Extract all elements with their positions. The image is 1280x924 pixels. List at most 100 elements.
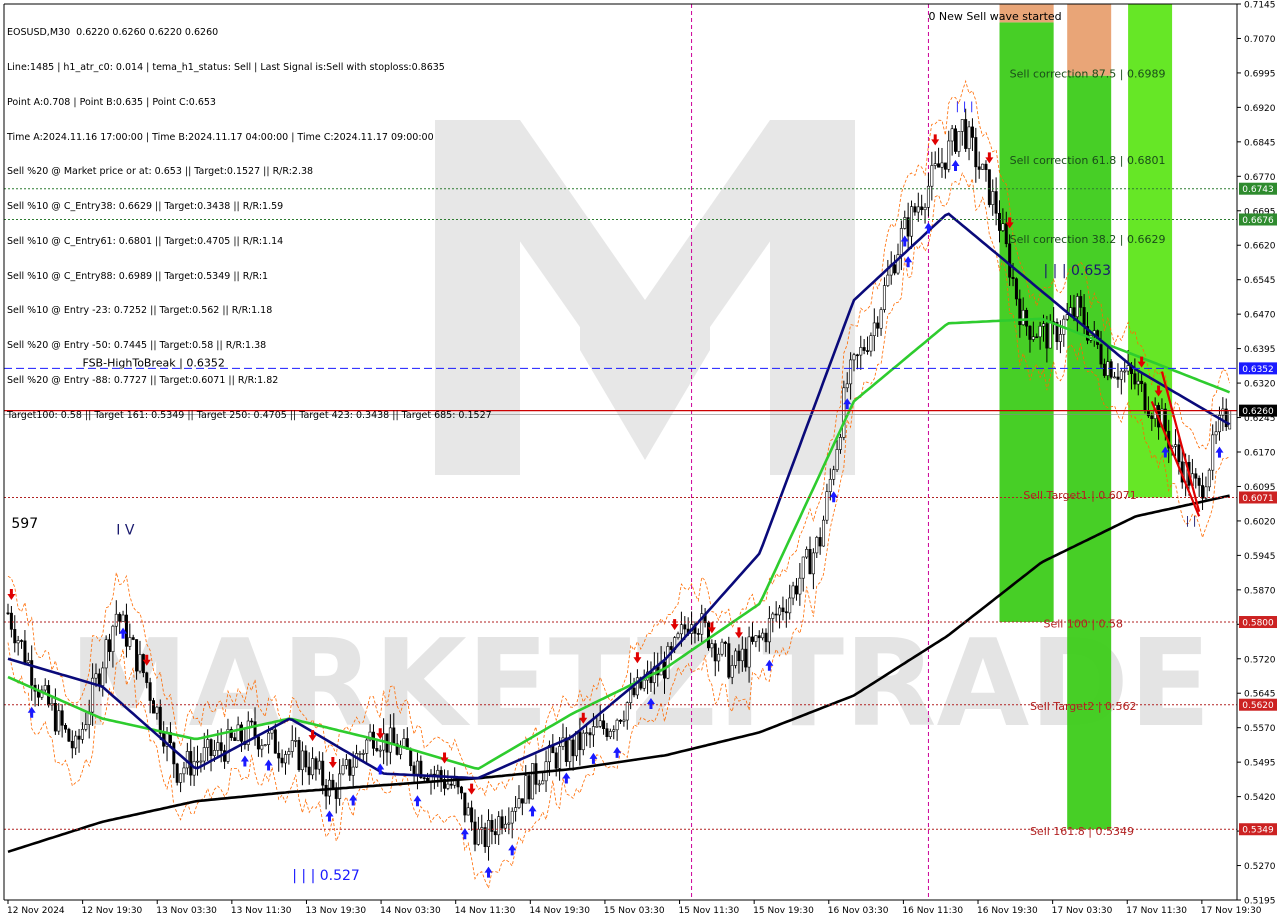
x-tick-label: 14 Nov 11:30 bbox=[455, 906, 516, 916]
candle-body bbox=[1113, 376, 1117, 379]
candle-body bbox=[1031, 336, 1035, 340]
candle-body bbox=[402, 738, 406, 747]
info-line: Sell %20 @ Entry -50: 0.7445 || Target:0… bbox=[7, 340, 267, 352]
candle-body bbox=[158, 706, 162, 734]
candle-body bbox=[642, 679, 646, 689]
candle-body bbox=[182, 767, 186, 775]
candle-body bbox=[852, 354, 856, 361]
candle-body bbox=[510, 810, 514, 824]
candle-body bbox=[277, 752, 281, 759]
candle-body bbox=[124, 614, 128, 647]
candle-body bbox=[954, 128, 958, 152]
candle-body bbox=[1041, 323, 1045, 327]
candle-body bbox=[713, 643, 717, 662]
candle-body bbox=[720, 641, 724, 655]
candle-body bbox=[334, 788, 338, 799]
candle-body bbox=[676, 633, 680, 638]
candle-body bbox=[111, 625, 115, 652]
candle-body bbox=[791, 585, 795, 599]
candle-body bbox=[1177, 444, 1181, 463]
candle-body bbox=[774, 613, 778, 616]
candle-body bbox=[209, 739, 213, 756]
candle-body bbox=[365, 739, 369, 754]
candle-body bbox=[1123, 370, 1127, 373]
candle-body bbox=[750, 636, 754, 642]
candle-body bbox=[845, 383, 849, 389]
candle-body bbox=[507, 822, 511, 825]
candle-body bbox=[531, 763, 535, 800]
info-line: Sell %20 @ Entry -88: 0.7727 || Target:0… bbox=[7, 375, 279, 386]
candle-body bbox=[625, 702, 629, 721]
candle-body bbox=[1011, 276, 1015, 280]
candle-body bbox=[679, 624, 683, 635]
candle-body bbox=[77, 735, 81, 740]
x-tick-label: 14 Nov 03:30 bbox=[380, 906, 441, 916]
y-tick-label: 0.5495 bbox=[1244, 759, 1276, 769]
price-tag-overlay-label: 0.5620 bbox=[1242, 701, 1274, 711]
candle-body bbox=[957, 131, 961, 152]
candle-body bbox=[1207, 469, 1211, 488]
candle-body bbox=[206, 739, 210, 748]
y-tick-label: 0.6095 bbox=[1244, 483, 1276, 493]
candle-body bbox=[828, 479, 832, 492]
candle-body bbox=[260, 745, 264, 750]
candle-body bbox=[899, 228, 903, 256]
y-tick-label: 0.5270 bbox=[1244, 862, 1276, 872]
candle-body bbox=[9, 612, 13, 630]
candle-body bbox=[199, 760, 203, 763]
candle-body bbox=[250, 720, 254, 723]
candle-body bbox=[598, 720, 602, 727]
candle-body bbox=[114, 613, 118, 627]
candle-body bbox=[781, 607, 785, 612]
candle-body bbox=[175, 763, 179, 783]
candle-body bbox=[1133, 373, 1137, 385]
price-tag-overlay-label: 0.6071 bbox=[1242, 494, 1274, 504]
candle-body bbox=[26, 660, 30, 663]
candle-body bbox=[1194, 473, 1198, 479]
candle-body bbox=[212, 750, 216, 756]
y-tick-label: 0.6995 bbox=[1244, 69, 1276, 79]
candle-body bbox=[297, 740, 301, 771]
candle-body bbox=[473, 821, 477, 845]
candle-body bbox=[906, 217, 910, 237]
candle-body bbox=[855, 354, 859, 357]
candle-body bbox=[1140, 380, 1144, 385]
candle-body bbox=[595, 725, 599, 728]
candle-body bbox=[493, 831, 497, 836]
candle-body bbox=[893, 264, 897, 274]
candle-body bbox=[710, 643, 714, 649]
candle-body bbox=[541, 780, 545, 785]
candle-body bbox=[788, 597, 792, 614]
candle-body bbox=[1004, 223, 1008, 245]
candle-body bbox=[236, 724, 240, 741]
candle-body bbox=[483, 827, 487, 847]
candle-body bbox=[355, 753, 359, 768]
candle-body bbox=[219, 742, 223, 751]
candle-body bbox=[669, 646, 673, 650]
candle-body bbox=[734, 650, 738, 666]
x-tick-label: 17 Nov 03:30 bbox=[1052, 906, 1113, 916]
candle-body bbox=[1058, 334, 1062, 343]
candle-body bbox=[283, 754, 287, 764]
candle-body bbox=[618, 719, 622, 722]
candle-body bbox=[950, 128, 954, 142]
candle-body bbox=[196, 760, 200, 763]
candle-body bbox=[1028, 325, 1032, 340]
candle-body bbox=[344, 759, 348, 766]
sell-zone-2-top bbox=[1067, 4, 1112, 76]
candle-body bbox=[412, 765, 416, 775]
candle-body bbox=[1045, 323, 1049, 349]
chart-annotation: Sell 100 | 0.58 bbox=[1043, 618, 1123, 631]
candle-body bbox=[1001, 223, 1005, 231]
candle-body bbox=[348, 759, 352, 776]
candle-body bbox=[862, 347, 866, 351]
chart-annotation: Sell correction 38.2 | 0.6629 bbox=[1010, 233, 1166, 246]
info-line: Line:1485 | h1_atr_c0: 0.014 | tema_h1_s… bbox=[7, 61, 445, 73]
candle-body bbox=[784, 611, 788, 614]
candle-body bbox=[1102, 363, 1106, 376]
info-line: Time A:2024.11.16 17:00:00 | Time B:2024… bbox=[7, 131, 434, 143]
chart-annotation: Sell correction 61.8 | 0.6801 bbox=[1010, 154, 1166, 167]
y-tick-label: 0.5870 bbox=[1244, 586, 1276, 596]
candle-body bbox=[314, 758, 318, 770]
y-tick-label: 0.7070 bbox=[1244, 35, 1276, 45]
